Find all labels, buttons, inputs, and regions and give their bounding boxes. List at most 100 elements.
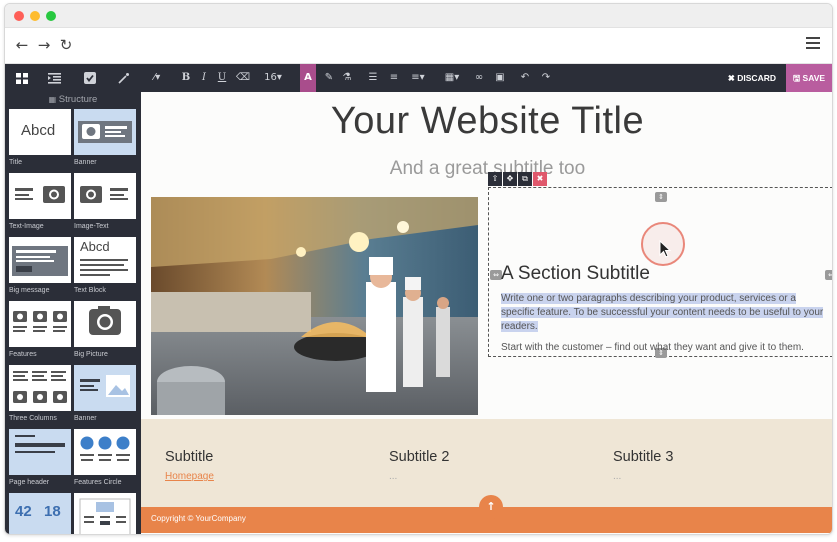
snippet-thumb[interactable]: Abcd bbox=[74, 237, 136, 283]
font-size-dropdown[interactable]: 16▾ bbox=[261, 64, 285, 92]
duplicate-icon[interactable]: ⧉ bbox=[518, 172, 532, 186]
numbered-list-icon[interactable]: ≡ bbox=[386, 64, 402, 92]
hamburger-menu-icon[interactable] bbox=[806, 37, 820, 49]
page-header-icon bbox=[15, 435, 65, 453]
bullet-list-icon[interactable]: ☰ bbox=[365, 64, 381, 92]
snippet-thumb[interactable] bbox=[9, 429, 71, 475]
mouse-cursor-icon bbox=[659, 240, 672, 258]
footer-text[interactable]: ... bbox=[613, 471, 673, 482]
snippet-label: Three Columns bbox=[9, 415, 57, 422]
format-wand-dropdown[interactable]: ⁄▾ bbox=[147, 64, 167, 92]
save-button[interactable]: 🖫 SAVE bbox=[786, 64, 832, 92]
table-dropdown[interactable]: ▦▾ bbox=[441, 64, 463, 92]
resize-right-handle-icon[interactable]: ⇔ bbox=[825, 270, 832, 280]
back-arrow-icon[interactable]: ← bbox=[13, 36, 31, 54]
browser-address-bar: ← → ↻ bbox=[5, 28, 832, 64]
footer-column-3: Subtitle 3 ... bbox=[613, 449, 673, 482]
align-dropdown[interactable]: ≡▾ bbox=[407, 64, 429, 92]
snippet-thumb[interactable] bbox=[9, 365, 71, 411]
footer-columns: Subtitle Homepage Subtitle 2 ... Subtitl… bbox=[141, 419, 832, 507]
move-up-icon[interactable]: ⇧ bbox=[488, 172, 502, 186]
snippet-thumb[interactable] bbox=[9, 301, 71, 347]
sidebar-header-label: Structure bbox=[58, 94, 98, 105]
snippet-sidebar: ▦ Structure Abcd Title Banner Text-Image… bbox=[5, 92, 141, 534]
grid-icon[interactable] bbox=[11, 64, 33, 92]
snippet-thumb[interactable] bbox=[74, 493, 136, 534]
snippet-thumb[interactable] bbox=[74, 429, 136, 475]
copyright-text[interactable]: Copyright © YourCompany bbox=[151, 514, 246, 523]
banner-image-icon bbox=[80, 375, 130, 397]
editor-toolbar: ⁄▾ B I U ⌫ 16▾ A ✎ ⚗ ☰ ≡ ≡▾ ▦▾ ∞ ▣ ↶ ↷ ✖… bbox=[5, 64, 832, 92]
snippet-thumb[interactable]: Abcd bbox=[9, 109, 71, 155]
font-color-button[interactable]: A bbox=[300, 64, 316, 92]
maximize-window-dot[interactable] bbox=[46, 11, 56, 21]
stat-number-a: 42 bbox=[15, 503, 32, 520]
magic-wand-icon[interactable] bbox=[113, 64, 135, 92]
footer-title[interactable]: Subtitle 3 bbox=[613, 449, 673, 465]
italic-button[interactable]: I bbox=[197, 64, 211, 92]
undo-icon[interactable]: ↶ bbox=[517, 64, 533, 92]
snippet-label: Banner bbox=[74, 415, 97, 422]
snippet-label: Features bbox=[9, 351, 37, 358]
snippet-label: Title bbox=[9, 159, 22, 166]
close-window-dot[interactable] bbox=[14, 11, 24, 21]
sidebar-header: ▦ Structure bbox=[5, 94, 141, 106]
checkbox-icon[interactable] bbox=[79, 64, 101, 92]
image-text-icon bbox=[80, 186, 128, 203]
footer-column-1: Subtitle Homepage bbox=[165, 449, 214, 482]
snippet-thumb[interactable] bbox=[9, 173, 71, 219]
brush-icon[interactable]: ✎ bbox=[321, 64, 337, 92]
snippet-thumb[interactable] bbox=[9, 237, 71, 283]
redo-icon[interactable]: ↷ bbox=[538, 64, 554, 92]
minimize-window-dot[interactable] bbox=[30, 11, 40, 21]
snippet-thumb[interactable] bbox=[74, 109, 136, 155]
delete-icon[interactable]: ✖ bbox=[533, 172, 547, 186]
snippet-label: Text-Image bbox=[9, 223, 44, 230]
section-subtitle[interactable]: A Section Subtitle bbox=[501, 263, 650, 285]
text-block-icon bbox=[80, 259, 128, 276]
footer-text[interactable]: ... bbox=[389, 471, 449, 482]
site-title[interactable]: Your Website Title bbox=[141, 100, 832, 143]
discard-button[interactable]: ✖ DISCARD bbox=[722, 64, 782, 92]
footer-title[interactable]: Subtitle 2 bbox=[389, 449, 449, 465]
reload-icon[interactable]: ↻ bbox=[57, 36, 75, 54]
grid-small-icon: ▦ bbox=[48, 95, 59, 104]
table-layout-icon bbox=[79, 498, 131, 534]
snippet-label: Text Block bbox=[74, 287, 106, 294]
browser-window: ← → ↻ ⁄▾ B I U ⌫ 16▾ A ✎ ⚗ ☰ ≡ ≡▾ ▦▾ ∞ ▣… bbox=[4, 3, 833, 535]
homepage-link[interactable]: Homepage bbox=[165, 471, 214, 482]
window-titlebar bbox=[5, 4, 832, 28]
snippet-thumb[interactable] bbox=[74, 365, 136, 411]
site-subtitle[interactable]: And a great subtitle too bbox=[141, 158, 832, 180]
kitchen-photo[interactable] bbox=[151, 197, 478, 415]
features-icon bbox=[13, 311, 67, 332]
resize-top-handle-icon[interactable]: ⇕ bbox=[655, 192, 667, 202]
thumb-title-text: Abcd bbox=[21, 122, 56, 139]
eraser-icon[interactable]: ⌫ bbox=[235, 64, 251, 92]
footer-title[interactable]: Subtitle bbox=[165, 449, 214, 465]
section-paragraph[interactable]: Write one or two paragraphs describing y… bbox=[501, 292, 826, 335]
lab-flask-icon[interactable]: ⚗ bbox=[339, 64, 355, 92]
snippet-label: Big Picture bbox=[74, 351, 108, 358]
underline-button[interactable]: U bbox=[215, 64, 229, 92]
section-paragraph-2[interactable]: Start with the customer – find out what … bbox=[501, 341, 831, 355]
snippet-label: Features Circle bbox=[74, 479, 122, 486]
big-message-icon bbox=[12, 246, 68, 276]
image-icon[interactable]: ▣ bbox=[492, 64, 508, 92]
snippet-label: Page header bbox=[9, 479, 50, 486]
link-icon[interactable]: ∞ bbox=[471, 64, 487, 92]
selected-text[interactable]: Write one or two paragraphs describing y… bbox=[501, 293, 824, 333]
snippet-thumb[interactable]: 42 18 bbox=[9, 493, 71, 534]
bold-button[interactable]: B bbox=[179, 64, 193, 92]
camera-icon bbox=[78, 121, 132, 143]
drag-move-icon[interactable]: ✥ bbox=[503, 172, 517, 186]
snippet-label: Big message bbox=[9, 287, 50, 294]
footer-column-2: Subtitle 2 ... bbox=[389, 449, 449, 482]
indent-icon[interactable] bbox=[43, 64, 65, 92]
forward-arrow-icon[interactable]: → bbox=[35, 36, 53, 54]
text-image-icon bbox=[15, 186, 65, 203]
big-picture-icon bbox=[89, 306, 121, 335]
snippet-thumb[interactable] bbox=[74, 301, 136, 347]
snippet-thumb[interactable] bbox=[74, 173, 136, 219]
scroll-top-arrow-icon[interactable]: ↑ bbox=[479, 495, 503, 519]
